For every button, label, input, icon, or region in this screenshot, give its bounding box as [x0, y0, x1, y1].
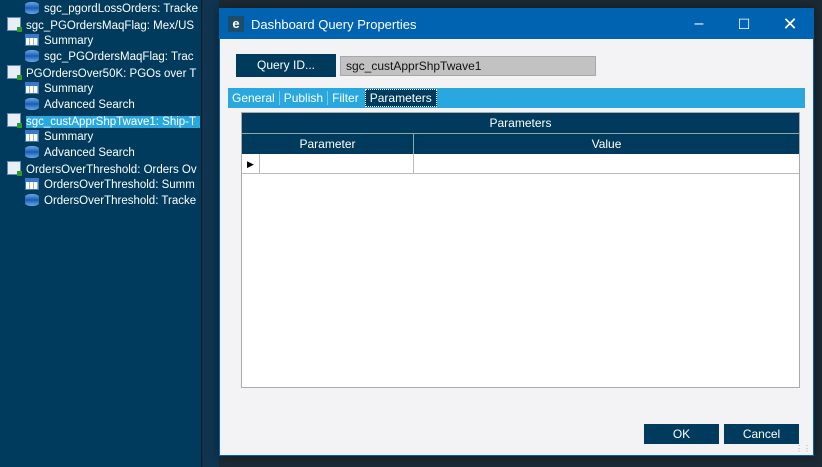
tree-item[interactable]: OrdersOverThreshold: Tracke: [25, 193, 200, 209]
tree-item[interactable]: Summary: [25, 33, 200, 49]
tab-publish[interactable]: Publish: [280, 91, 329, 105]
resize-grip-icon[interactable]: ⋮⋮: [795, 444, 811, 453]
tab-general[interactable]: General: [228, 91, 280, 105]
query-icon: [7, 113, 22, 128]
tab-bar: General Publish Filter Parameters: [228, 88, 805, 108]
database-icon: [25, 194, 39, 206]
query-icon: [7, 161, 22, 176]
tree-item-label: Summary: [44, 131, 94, 143]
query-tree[interactable]: sgc_pgordLossOrders: Tracke sgc_PGOrdersM…: [0, 0, 202, 467]
tree-item-label: OrdersOverThreshold: Tracke: [44, 195, 197, 207]
tree-item-label: sgc_PGOrdersMaqFlag: Trac: [44, 51, 194, 63]
table-icon: [25, 82, 39, 94]
tree-item[interactable]: Summary: [25, 129, 200, 145]
table-icon: [25, 178, 39, 190]
tree-item[interactable]: Advanced Search: [25, 145, 200, 161]
tree-item-label: sgc_custApprShpTwave1: Ship-T: [26, 116, 200, 128]
cancel-button[interactable]: Cancel: [724, 424, 799, 444]
close-icon[interactable]: ✕: [767, 9, 813, 39]
tree-item-label: Advanced Search: [44, 147, 135, 159]
query-id-button[interactable]: Query ID...: [236, 54, 336, 77]
tree-item[interactable]: sgc_PGOrdersMaqFlag: Mex/US: [7, 17, 200, 33]
database-icon: [25, 98, 39, 110]
database-icon: [25, 50, 39, 62]
table-icon: [25, 130, 39, 142]
tab-parameters[interactable]: Parameters: [364, 89, 437, 107]
maximize-icon[interactable]: ☐: [721, 9, 767, 39]
query-icon: [7, 65, 22, 80]
tree-item-label: OrdersOverThreshold: Summ: [44, 179, 195, 191]
value-cell[interactable]: [414, 154, 799, 173]
query-id-field[interactable]: sgc_custApprShpTwave1: [340, 56, 596, 76]
dashboard-query-properties-dialog: e Dashboard Query Properties – ☐ ✕ Query…: [219, 8, 814, 456]
tree-item-label: OrdersOverThreshold: Orders Ov: [26, 164, 197, 176]
tree-item[interactable]: sgc_custApprShpTwave1: Ship-T: [0, 113, 200, 129]
tree-item[interactable]: OrdersOverThreshold: Orders Ov: [7, 161, 200, 177]
tree-item-label: sgc_PGOrdersMaqFlag: Mex/US: [26, 20, 195, 32]
column-header-parameter[interactable]: Parameter: [242, 134, 414, 154]
tree-item-label: Summary: [44, 83, 94, 95]
grid-title: Parameters: [242, 113, 799, 133]
ok-button[interactable]: OK: [644, 424, 719, 444]
database-icon: [25, 146, 39, 158]
minimize-icon[interactable]: –: [676, 9, 722, 39]
tree-item[interactable]: sgc_pgordLossOrders: Tracke: [25, 1, 200, 17]
column-header-value[interactable]: Value: [414, 134, 799, 154]
app-logo-icon: e: [228, 16, 244, 32]
table-row[interactable]: ▶: [242, 154, 799, 174]
tree-item-label: Advanced Search: [44, 99, 135, 111]
splitter[interactable]: [203, 0, 219, 467]
parameter-cell[interactable]: [260, 154, 414, 173]
table-icon: [25, 34, 39, 46]
title-bar[interactable]: e Dashboard Query Properties – ☐ ✕: [220, 9, 813, 39]
tree-item[interactable]: PGOrdersOver50K: PGOs over T: [7, 65, 200, 81]
row-indicator-icon: ▶: [242, 154, 260, 173]
tree-item[interactable]: Advanced Search: [25, 97, 200, 113]
database-icon: [25, 2, 39, 14]
dialog-title: Dashboard Query Properties: [251, 16, 417, 32]
tree-item[interactable]: sgc_PGOrdersMaqFlag: Trac: [25, 49, 200, 65]
tab-filter[interactable]: Filter: [328, 91, 363, 105]
tree-item-label: sgc_pgordLossOrders: Tracke: [44, 3, 199, 15]
query-icon: [7, 17, 22, 32]
tree-item-label: Summary: [44, 35, 94, 47]
tree-item[interactable]: OrdersOverThreshold: Summ: [25, 177, 200, 193]
tree-item-label: PGOrdersOver50K: PGOs over T: [26, 68, 197, 80]
parameters-grid[interactable]: Parameters Parameter Value ▶: [241, 112, 800, 388]
tree-item[interactable]: Summary: [25, 81, 200, 97]
